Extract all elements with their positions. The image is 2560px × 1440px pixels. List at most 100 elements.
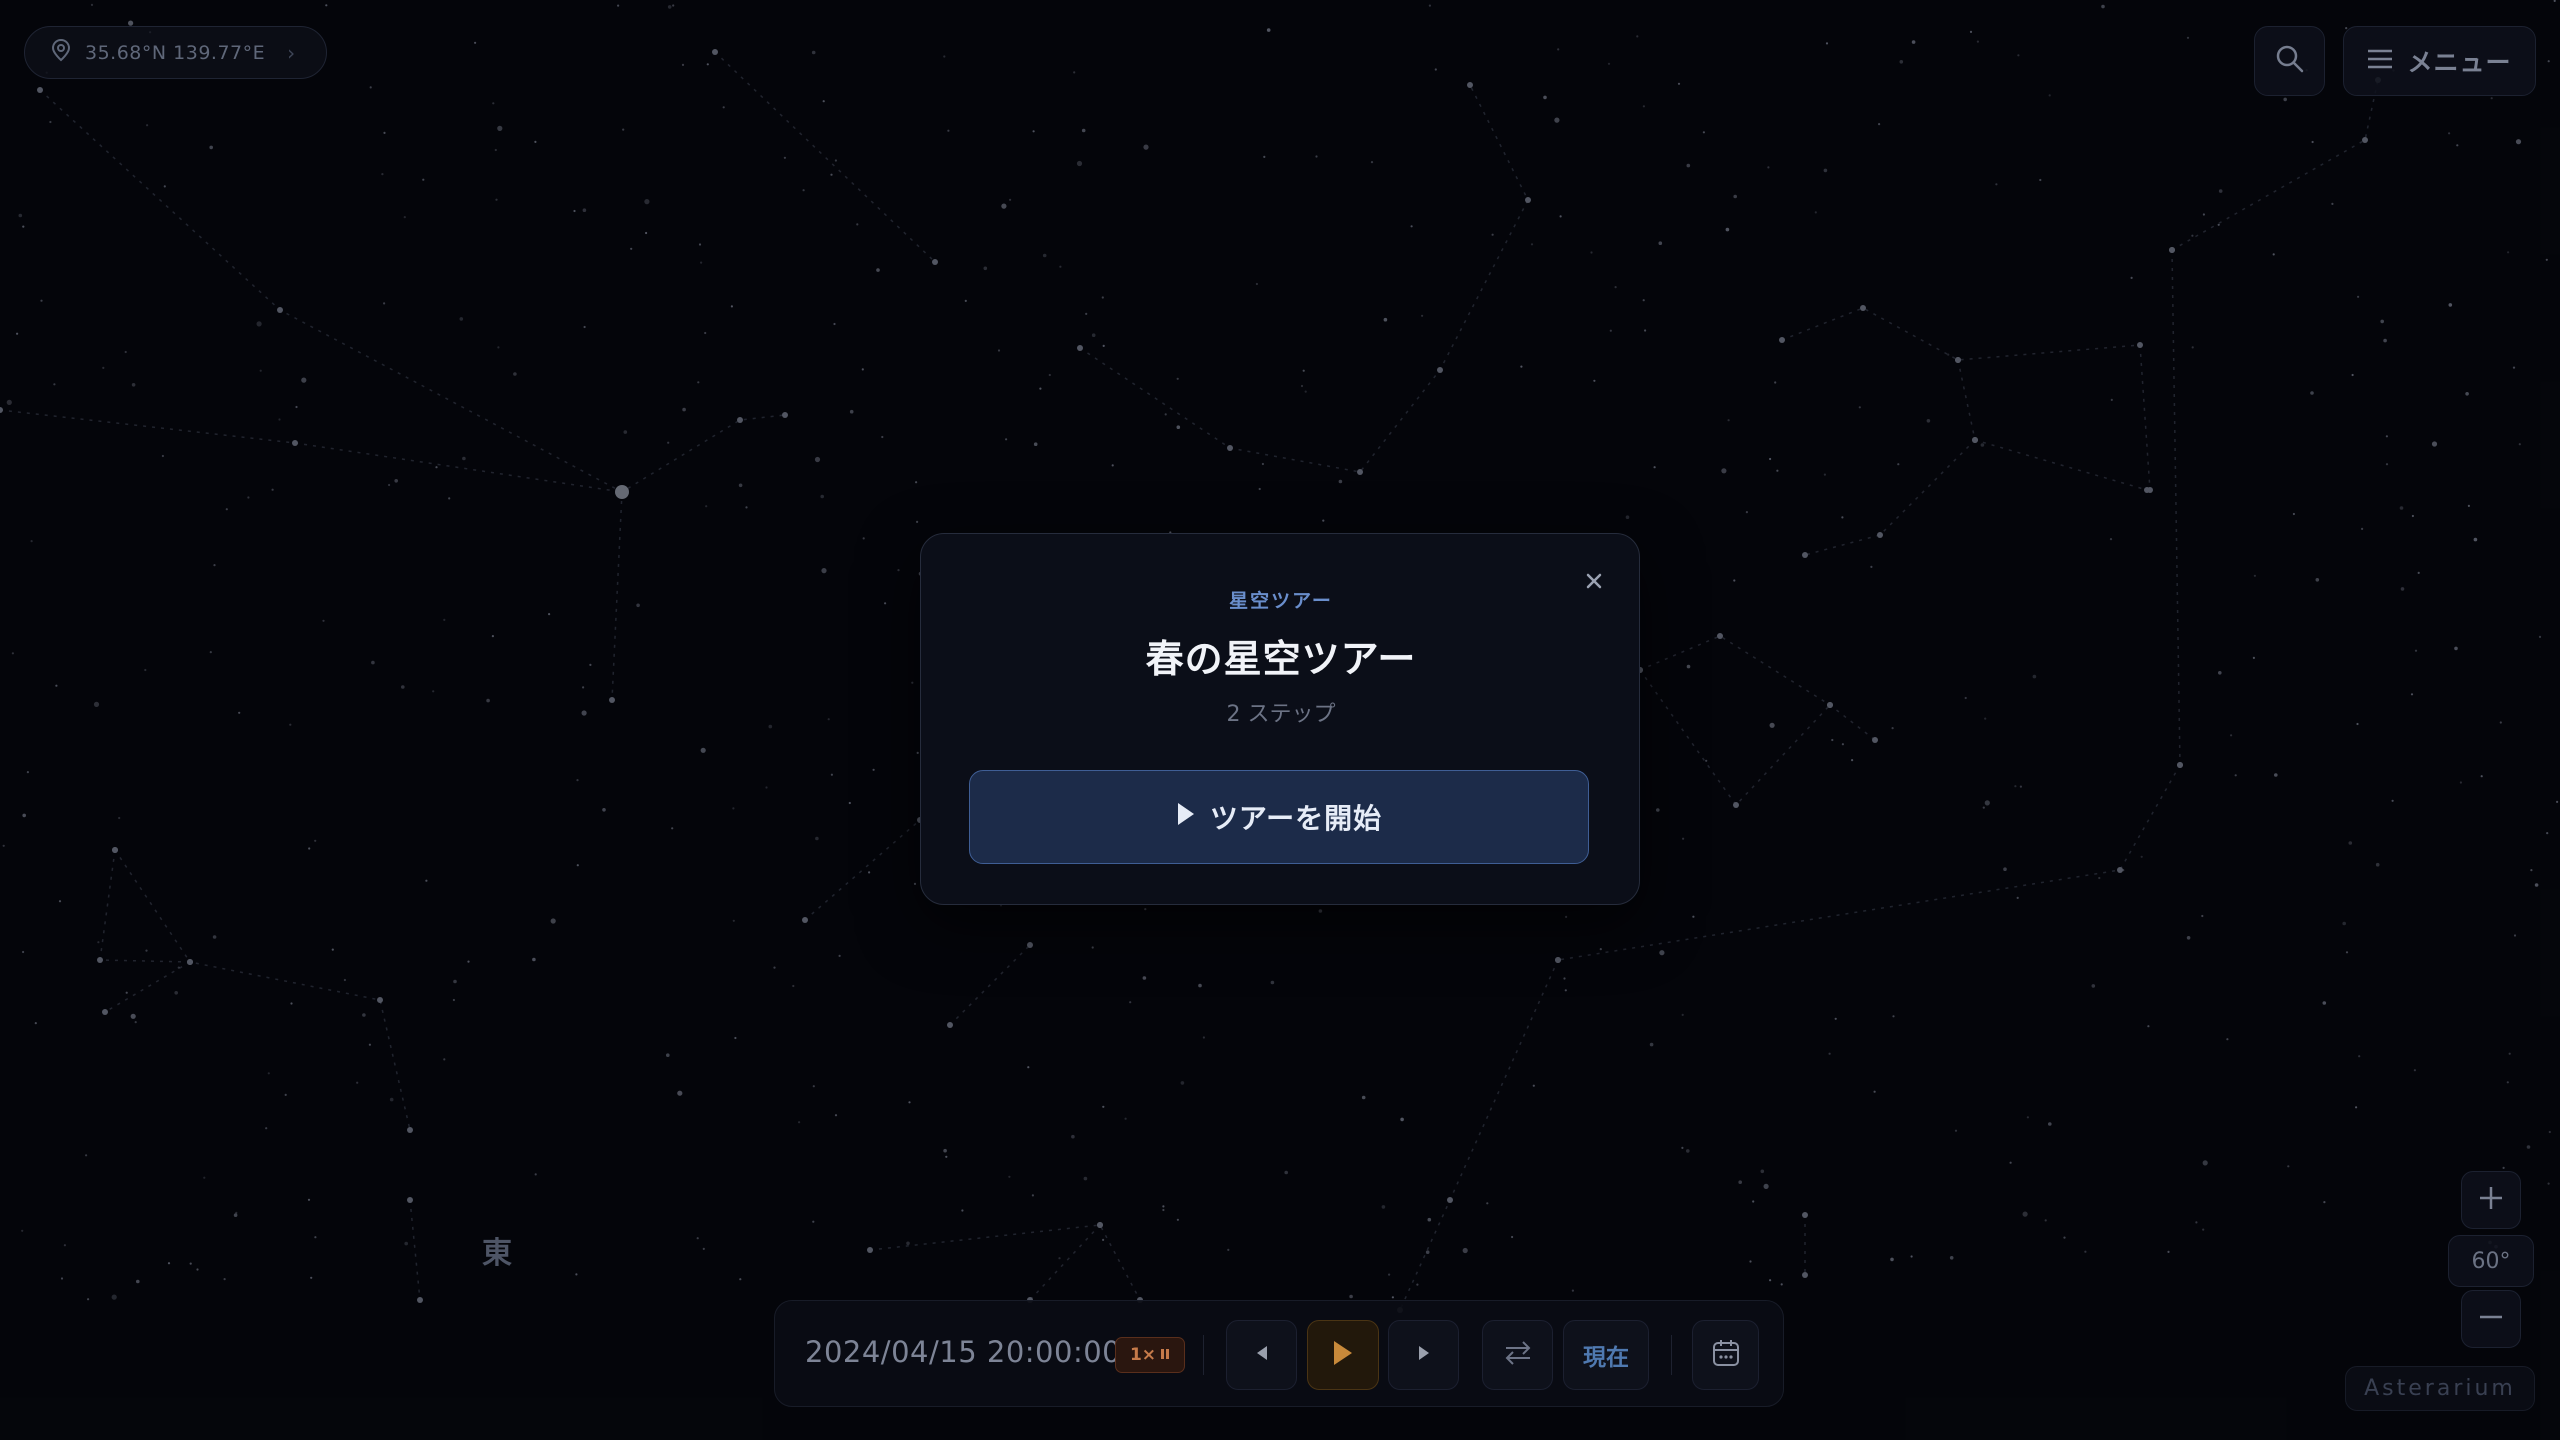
star [2375, 862, 2380, 867]
zoom-in-button[interactable] [2461, 1171, 2521, 1229]
step-forward-button[interactable] [1388, 1320, 1459, 1390]
star [696, 1237, 699, 1240]
star [1642, 105, 1645, 108]
star [189, 1262, 192, 1265]
star [1261, 462, 1264, 466]
star [534, 140, 537, 143]
menu-button[interactable]: メニュー [2343, 26, 2536, 96]
star [435, 466, 438, 469]
star [575, 1273, 578, 1276]
star [1760, 1169, 1765, 1174]
star [2272, 253, 2275, 256]
star [2016, 896, 2019, 900]
star [1559, 215, 1562, 218]
star [792, 984, 795, 988]
star [915, 481, 918, 484]
star [1858, 406, 1861, 409]
star [233, 1213, 238, 1217]
calendar-button[interactable] [1692, 1320, 1759, 1390]
star [1176, 1218, 1179, 1221]
star [2147, 1025, 2150, 1028]
star [467, 960, 470, 963]
star [136, 1279, 140, 1284]
star [1614, 286, 1617, 289]
plus-icon [2478, 1185, 2504, 1215]
star [2507, 251, 2510, 254]
star [1388, 1273, 1391, 1276]
star [343, 978, 346, 982]
star [916, 520, 919, 524]
star [997, 349, 1001, 352]
star [1870, 565, 1873, 569]
star [1780, 1283, 1783, 1286]
star [2110, 398, 2113, 401]
star [1564, 989, 1567, 992]
star [2311, 140, 2314, 144]
star [2512, 366, 2516, 369]
star [802, 917, 808, 923]
star [1677, 82, 1681, 85]
star [2513, 934, 2517, 937]
speed-badge[interactable]: 1× [1115, 1337, 1185, 1373]
star [961, 1209, 964, 1212]
star [278, 418, 281, 421]
star [30, 540, 33, 543]
constellation-line [869, 1224, 1141, 1301]
star [1302, 369, 1305, 372]
star [292, 440, 298, 446]
star [765, 786, 768, 789]
play-button[interactable] [1307, 1320, 1379, 1390]
reverse-button[interactable] [1482, 1320, 1553, 1390]
star [682, 407, 686, 412]
star [943, 55, 946, 58]
star [1571, 1289, 1574, 1292]
star [2144, 487, 2150, 493]
search-button[interactable] [2254, 26, 2325, 96]
star [1702, 131, 1705, 134]
star [2274, 773, 2278, 777]
star [573, 209, 576, 213]
datetime-display[interactable]: 2024/04/15 20:00:00 [805, 1335, 1121, 1369]
star [2553, 0, 2556, 2]
star [1982, 806, 1985, 809]
star [26, 771, 29, 774]
star [1416, 1283, 1419, 1286]
star [2048, 1122, 2052, 1126]
star [2191, 346, 2194, 349]
star [783, 156, 787, 159]
star [2101, 4, 2105, 9]
star [1058, 1257, 1061, 1260]
star [495, 198, 498, 201]
divider [1671, 1335, 1672, 1375]
star [848, 801, 851, 805]
star [1176, 425, 1181, 430]
step-back-button[interactable] [1226, 1320, 1297, 1390]
zoom-out-button[interactable] [2461, 1290, 2521, 1348]
constellation-line [611, 491, 623, 701]
star [1164, 413, 1167, 416]
now-button[interactable]: 現在 [1563, 1320, 1649, 1390]
star [1738, 1180, 1742, 1184]
tour-step-count: 2 ステップ [1226, 702, 1336, 727]
star [2098, 876, 2101, 880]
star [1555, 957, 1561, 963]
star [1964, 696, 1967, 700]
star [2167, 1250, 2170, 1253]
star [1659, 950, 1665, 956]
star [2385, 463, 2389, 466]
star [124, 350, 127, 354]
star [259, 369, 262, 372]
star [1926, 419, 1931, 423]
location-pill[interactable]: 35.68°N 139.77°E › [24, 26, 327, 79]
star [964, 299, 967, 302]
star [2032, 674, 2037, 679]
star [1980, 443, 1985, 447]
start-tour-button[interactable]: ツアーを開始 [969, 770, 1589, 864]
star [2017, 54, 2020, 57]
star [362, 1013, 366, 1017]
star [1048, 373, 1051, 377]
star [2506, 1081, 2509, 1084]
star [2413, 1069, 2416, 1072]
star [1749, 1260, 1752, 1263]
star [1733, 802, 1739, 808]
